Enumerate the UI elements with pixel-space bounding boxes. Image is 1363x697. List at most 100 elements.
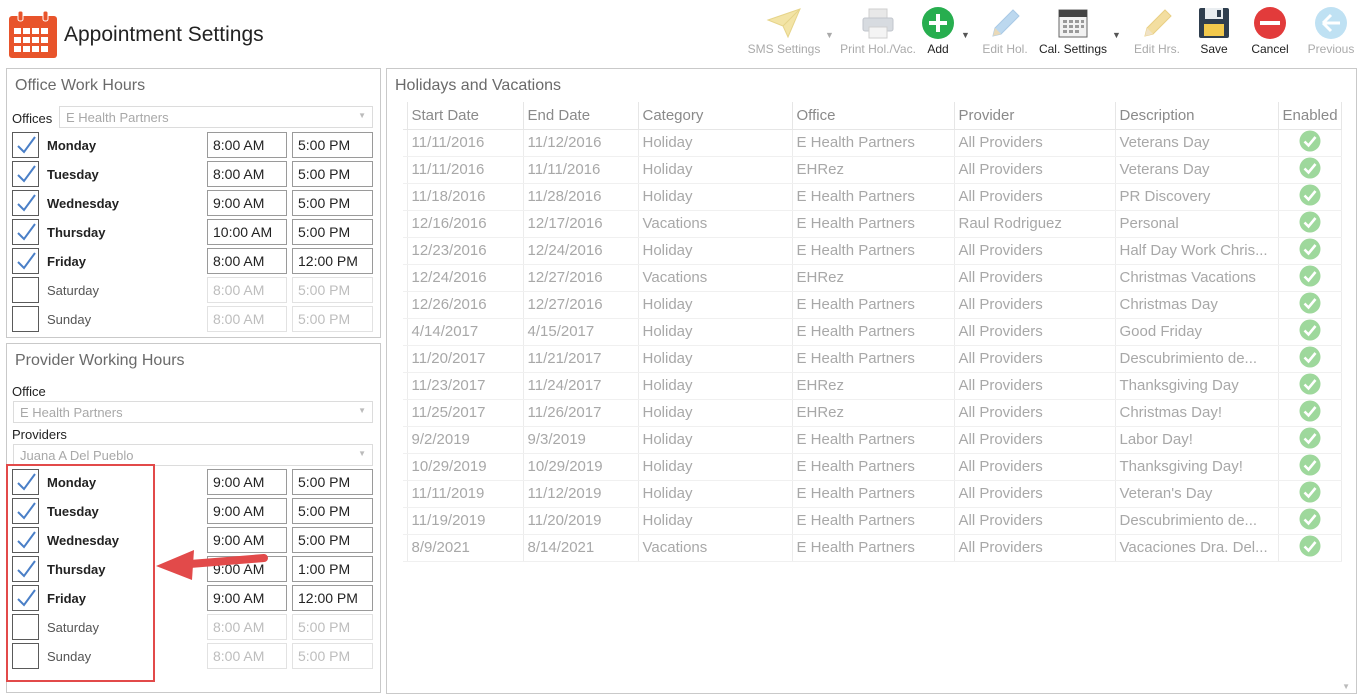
table-row[interactable]: 12/26/2016 12/27/2016 Holiday E Health Part… <box>403 291 1342 319</box>
table-row[interactable]: 11/11/2019 11/12/2019 Holiday E Health Part… <box>403 480 1342 508</box>
enabled-cell[interactable] <box>1278 210 1342 238</box>
sms-settings-button[interactable]: SMS Settings <box>745 6 823 64</box>
table-cell: Holiday <box>638 426 793 454</box>
monday-checkbox[interactable] <box>12 132 39 158</box>
save-button[interactable]: Save <box>1194 6 1234 64</box>
offices-select[interactable]: E Health Partners ▼ <box>59 106 373 128</box>
enabled-cell[interactable] <box>1278 480 1342 508</box>
enabled-cell[interactable] <box>1278 345 1342 373</box>
thursday-checkbox[interactable] <box>12 219 39 245</box>
provider-friday-start-time[interactable]: 9:00 AM <box>207 585 287 611</box>
office-day-row: Friday 8:00 AM 12:00 PM <box>12 248 373 275</box>
wednesday-start-time[interactable]: 9:00 AM <box>207 190 287 216</box>
column-header[interactable]: Enabled <box>1278 102 1342 130</box>
tuesday-start-time[interactable]: 8:00 AM <box>207 161 287 187</box>
monday-end-time[interactable]: 5:00 PM <box>292 132 373 158</box>
table-row[interactable]: 8/9/2021 8/14/2021 Vacations E Health Partn… <box>403 534 1342 562</box>
table-row[interactable]: 11/11/2016 11/12/2016 Holiday E Health Part… <box>403 129 1342 157</box>
provider-thursday-end-time[interactable]: 1:00 PM <box>292 556 373 582</box>
column-header[interactable]: Provider <box>954 102 1116 130</box>
friday-checkbox[interactable] <box>12 248 39 274</box>
saturday-start-time[interactable]: 8:00 AM <box>207 277 287 303</box>
office-day-row: Thursday 10:00 AM 5:00 PM <box>12 219 373 246</box>
thursday-start-time[interactable]: 10:00 AM <box>207 219 287 245</box>
table-row[interactable]: 11/19/2019 11/20/2019 Holiday E Health Part… <box>403 507 1342 535</box>
edit-holiday-button[interactable]: Edit Hol. <box>978 6 1032 64</box>
table-row[interactable]: 4/14/2017 4/15/2017 Holiday E Health Partne… <box>403 318 1342 346</box>
calendar-settings-button[interactable]: Cal. Settings <box>1036 6 1110 64</box>
offices-label: Offices <box>12 111 53 126</box>
provider-office-select[interactable]: E Health Partners ▼ <box>13 401 373 423</box>
previous-button[interactable]: Previous <box>1304 6 1358 64</box>
enabled-cell[interactable] <box>1278 426 1342 454</box>
table-row[interactable]: 10/29/2019 10/29/2019 Holiday E Health Part… <box>403 453 1342 481</box>
sunday-start-time[interactable]: 8:00 AM <box>207 306 287 332</box>
table-header-row: Start Date End Date Category Office Provider… <box>403 102 1342 130</box>
scroll-down-icon[interactable]: ▼ <box>1342 682 1350 691</box>
enabled-cell[interactable] <box>1278 291 1342 319</box>
column-header[interactable]: Category <box>638 102 793 130</box>
friday-start-time[interactable]: 8:00 AM <box>207 248 287 274</box>
sunday-end-time[interactable]: 5:00 PM <box>292 306 373 332</box>
provider-office-select-value: E Health Partners <box>20 405 123 420</box>
column-header[interactable]: End Date <box>523 102 639 130</box>
table-cell: Holiday <box>638 291 793 319</box>
add-dropdown[interactable]: ▼ <box>961 30 970 40</box>
enabled-cell[interactable] <box>1278 183 1342 211</box>
table-cell: All Providers <box>954 345 1116 373</box>
table-row[interactable]: 12/24/2016 12/27/2016 Vacations EHRez All Pr… <box>403 264 1342 292</box>
print-holidays-button[interactable]: Print Hol./Vac. <box>838 6 918 64</box>
sunday-checkbox[interactable] <box>12 306 39 332</box>
tuesday-checkbox[interactable] <box>12 161 39 187</box>
enabled-cell[interactable] <box>1278 453 1342 481</box>
table-row[interactable]: 11/23/2017 11/24/2017 Holiday EHRez All Prov… <box>403 372 1342 400</box>
wednesday-end-time[interactable]: 5:00 PM <box>292 190 373 216</box>
table-row[interactable]: 11/25/2017 11/26/2017 Holiday EHRez All Prov… <box>403 399 1342 427</box>
add-button[interactable]: Add <box>918 6 958 64</box>
monday-start-time[interactable]: 8:00 AM <box>207 132 287 158</box>
saturday-end-time[interactable]: 5:00 PM <box>292 277 373 303</box>
provider-sunday-end-time[interactable]: 5:00 PM <box>292 643 373 669</box>
table-row[interactable]: 11/11/2016 11/11/2016 Holiday EHRez All Prov… <box>403 156 1342 184</box>
table-row[interactable]: 11/20/2017 11/21/2017 Holiday E Health Part… <box>403 345 1342 373</box>
table-row[interactable]: 9/2/2019 9/3/2019 Holiday E Health Partners… <box>403 426 1342 454</box>
provider-tuesday-end-time[interactable]: 5:00 PM <box>292 498 373 524</box>
calendar-settings-dropdown[interactable]: ▼ <box>1112 30 1121 40</box>
enabled-cell[interactable] <box>1278 372 1342 400</box>
table-cell: E Health Partners <box>792 237 955 265</box>
tuesday-end-time[interactable]: 5:00 PM <box>292 161 373 187</box>
enabled-cell[interactable] <box>1278 129 1342 157</box>
table-row[interactable]: 12/16/2016 12/17/2016 Vacations E Health Pa… <box>403 210 1342 238</box>
column-header[interactable]: Office <box>792 102 955 130</box>
provider-monday-end-time[interactable]: 5:00 PM <box>292 469 373 495</box>
column-header[interactable]: Description <box>1115 102 1279 130</box>
provider-saturday-end-time[interactable]: 5:00 PM <box>292 614 373 640</box>
providers-select[interactable]: Juana A Del Pueblo ▼ <box>13 444 373 466</box>
saturday-checkbox[interactable] <box>12 277 39 303</box>
table-cell: All Providers <box>954 426 1116 454</box>
sms-settings-label: SMS Settings <box>747 42 821 56</box>
friday-end-time[interactable]: 12:00 PM <box>292 248 373 274</box>
enabled-cell[interactable] <box>1278 318 1342 346</box>
provider-monday-start-time[interactable]: 9:00 AM <box>207 469 287 495</box>
column-header[interactable]: Start Date <box>407 102 524 130</box>
sms-settings-dropdown[interactable]: ▼ <box>825 30 834 40</box>
provider-saturday-start-time[interactable]: 8:00 AM <box>207 614 287 640</box>
enabled-cell[interactable] <box>1278 534 1342 562</box>
enabled-cell[interactable] <box>1278 237 1342 265</box>
provider-tuesday-start-time[interactable]: 9:00 AM <box>207 498 287 524</box>
enabled-cell[interactable] <box>1278 507 1342 535</box>
enabled-check-icon <box>1299 400 1320 421</box>
provider-friday-end-time[interactable]: 12:00 PM <box>292 585 373 611</box>
enabled-cell[interactable] <box>1278 399 1342 427</box>
wednesday-checkbox[interactable] <box>12 190 39 216</box>
cancel-button[interactable]: Cancel <box>1248 6 1292 64</box>
table-row[interactable]: 11/18/2016 11/28/2016 Holiday E Health Part… <box>403 183 1342 211</box>
provider-sunday-start-time[interactable]: 8:00 AM <box>207 643 287 669</box>
provider-wednesday-end-time[interactable]: 5:00 PM <box>292 527 373 553</box>
table-row[interactable]: 12/23/2016 12/24/2016 Holiday E Health Part… <box>403 237 1342 265</box>
thursday-end-time[interactable]: 5:00 PM <box>292 219 373 245</box>
enabled-cell[interactable] <box>1278 264 1342 292</box>
enabled-cell[interactable] <box>1278 156 1342 184</box>
edit-hours-button[interactable]: Edit Hrs. <box>1130 6 1184 64</box>
